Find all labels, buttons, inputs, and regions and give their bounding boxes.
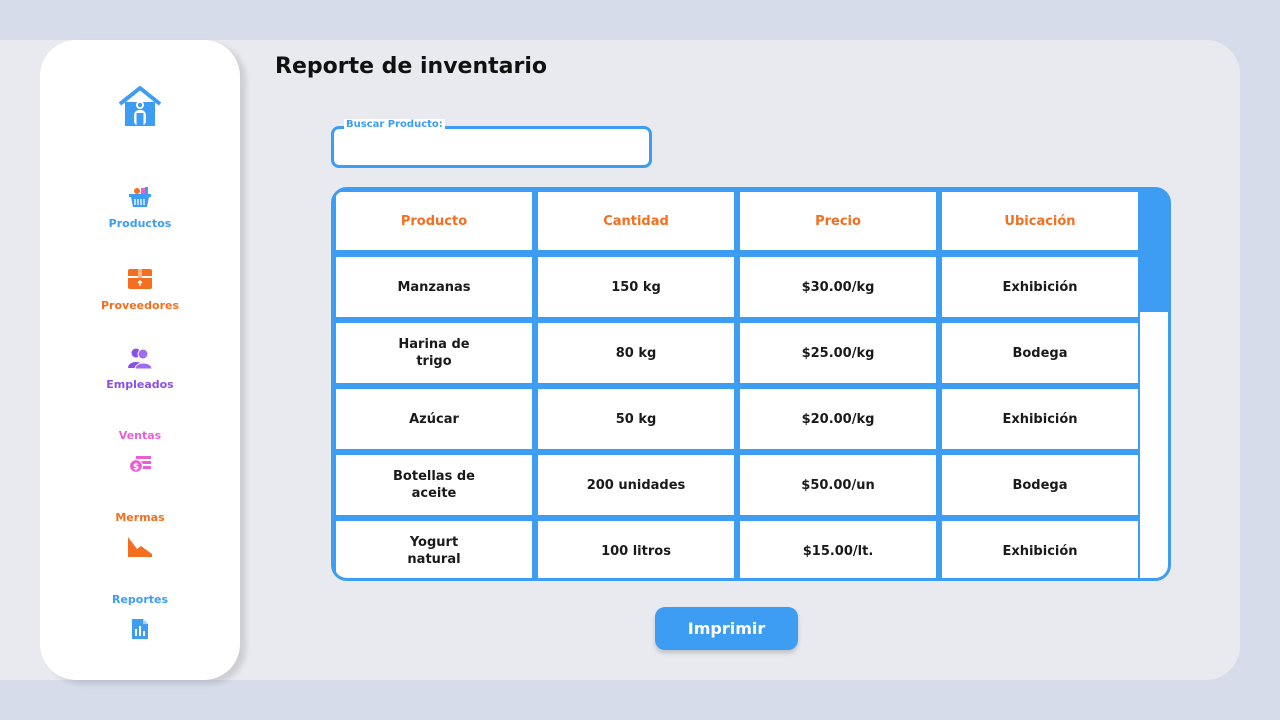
- sidebar-item-productos[interactable]: Productos: [40, 186, 240, 230]
- sidebar: Productos Proveedores Empleados Ventas $: [40, 40, 240, 680]
- table-cell: 80 kg: [538, 323, 734, 383]
- header-precio: Precio: [740, 192, 936, 250]
- table-cell: $30.00/kg: [740, 257, 936, 317]
- users-icon: [128, 348, 153, 370]
- table-cell: Bodega: [942, 455, 1138, 515]
- sidebar-item-proveedores[interactable]: Proveedores: [40, 268, 240, 312]
- table-cell: Manzanas: [336, 257, 532, 317]
- table-cell: Azúcar: [336, 389, 532, 449]
- sidebar-item-mermas[interactable]: Mermas: [40, 511, 240, 558]
- table-cell: Exhibición: [942, 257, 1138, 317]
- table-cell: Harina de trigo: [336, 323, 532, 383]
- table-cell: $25.00/kg: [740, 323, 936, 383]
- header-cantidad: Cantidad: [538, 192, 734, 250]
- sidebar-item-reportes[interactable]: Reportes: [40, 593, 240, 640]
- table-cell: Exhibición: [942, 521, 1138, 578]
- money-icon: $: [128, 456, 151, 473]
- home-icon[interactable]: [116, 84, 164, 128]
- page-title: Reporte de inventario: [275, 54, 547, 79]
- header-ubicacion: Ubicación: [942, 192, 1138, 250]
- basket-icon: [129, 187, 151, 207]
- search-label: Buscar Producto:: [344, 119, 445, 130]
- table-cell: $20.00/kg: [740, 389, 936, 449]
- scrollbar-thumb[interactable]: [1140, 252, 1168, 312]
- table-cell: Exhibición: [942, 389, 1138, 449]
- search-input[interactable]: [338, 136, 644, 162]
- table-cell: Yogurt natural: [336, 521, 532, 578]
- print-button[interactable]: Imprimir: [655, 607, 798, 650]
- header-producto: Producto: [336, 192, 532, 250]
- svg-text:$: $: [133, 463, 139, 473]
- decline-chart-icon: [128, 537, 152, 557]
- table-cell: $50.00/un: [740, 455, 936, 515]
- table-cell: $15.00/lt.: [740, 521, 936, 578]
- sidebar-item-empleados[interactable]: Empleados: [40, 346, 240, 391]
- table-cell: Bodega: [942, 323, 1138, 383]
- table-cell: 150 kg: [538, 257, 734, 317]
- sidebar-item-ventas[interactable]: Ventas $: [40, 429, 240, 473]
- table-cell: Botellas de aceite: [336, 455, 532, 515]
- report-icon: [132, 619, 148, 639]
- table-cell: 50 kg: [538, 389, 734, 449]
- inventory-table: Producto Cantidad Precio Ubicación Manzanas 1…: [331, 187, 1171, 581]
- table-cell: 200 unidades: [538, 455, 734, 515]
- table-cell: 100 litros: [538, 521, 734, 578]
- box-icon: [128, 269, 152, 289]
